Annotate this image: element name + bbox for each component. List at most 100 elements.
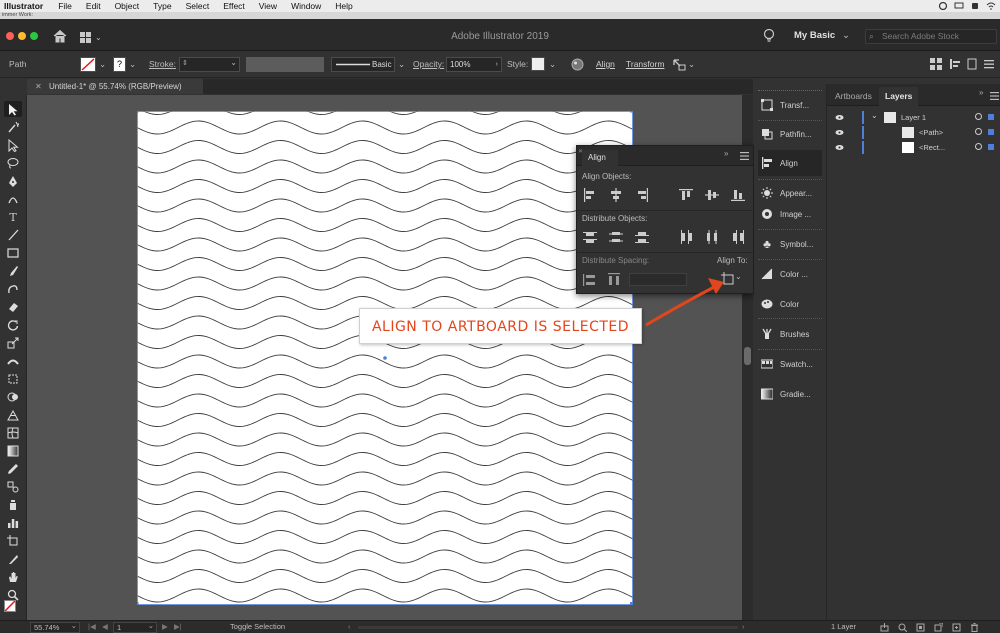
horizontal-align-center-icon[interactable] bbox=[609, 188, 623, 202]
wave-line[interactable] bbox=[137, 510, 633, 525]
wave-line[interactable] bbox=[137, 276, 633, 291]
type-tool[interactable]: T bbox=[4, 209, 22, 225]
airplay-icon[interactable] bbox=[954, 2, 964, 10]
artboard-number-input[interactable]: 1 ⌄ bbox=[113, 621, 157, 633]
horizontal-align-right-icon[interactable] bbox=[635, 188, 649, 202]
trash-icon[interactable] bbox=[970, 623, 979, 632]
stroke-weight-input[interactable]: ⇕ ⌄ bbox=[179, 57, 240, 72]
shaper-tool[interactable] bbox=[4, 281, 22, 297]
menu-object[interactable]: Object bbox=[108, 1, 147, 11]
collapse-panel-icon[interactable]: » bbox=[724, 149, 728, 158]
wave-line[interactable] bbox=[137, 218, 633, 232]
properties-icon[interactable] bbox=[967, 58, 977, 70]
selection-tool[interactable] bbox=[4, 101, 22, 117]
chevron-down-icon[interactable]: ⌄ bbox=[230, 58, 237, 67]
sublayer-name[interactable]: <Path> bbox=[919, 128, 943, 137]
vertical-distribute-space-icon[interactable] bbox=[583, 273, 597, 287]
align-panel-icon[interactable] bbox=[949, 58, 961, 70]
vertical-distribute-bottom-icon[interactable] bbox=[635, 230, 649, 244]
previous-artboard-icon[interactable]: ◀ bbox=[102, 621, 108, 633]
eraser-tool[interactable] bbox=[4, 299, 22, 315]
vertical-distribute-top-icon[interactable] bbox=[583, 230, 597, 244]
chevron-right-icon[interactable]: › bbox=[496, 58, 498, 71]
target-circle-icon[interactable] bbox=[975, 113, 982, 120]
dock-pathfinder[interactable]: Pathfin... bbox=[758, 121, 822, 147]
curvature-tool[interactable] bbox=[4, 191, 22, 207]
menu-select[interactable]: Select bbox=[179, 1, 217, 11]
stock-search-input[interactable]: ⌕ Search Adobe Stock bbox=[865, 29, 997, 44]
bounding-box-handle[interactable] bbox=[630, 111, 633, 113]
artboard[interactable] bbox=[137, 111, 633, 605]
tab-layers[interactable]: Layers bbox=[879, 87, 919, 106]
vertical-distribute-center-icon[interactable] bbox=[609, 230, 623, 244]
wave-line[interactable] bbox=[137, 198, 633, 213]
last-artboard-icon[interactable]: ▶| bbox=[174, 621, 182, 633]
horizontal-distribute-left-icon[interactable] bbox=[679, 230, 693, 244]
chevron-down-icon[interactable]: ⌄ bbox=[871, 111, 878, 120]
column-graph-tool[interactable] bbox=[4, 515, 22, 531]
brush-definition[interactable]: Basic bbox=[331, 57, 395, 72]
width-tool[interactable] bbox=[4, 353, 22, 369]
direct-selection-tool[interactable] bbox=[4, 137, 22, 153]
dock-brushes[interactable]: Brushes bbox=[758, 321, 822, 347]
wave-line[interactable] bbox=[137, 159, 633, 174]
vertical-align-bottom-icon[interactable] bbox=[731, 188, 745, 202]
chevron-down-icon[interactable]: ⌄ bbox=[99, 51, 106, 78]
magic-wand-tool[interactable] bbox=[4, 119, 22, 135]
wave-line[interactable] bbox=[137, 120, 633, 135]
horizontal-distribute-right-icon[interactable] bbox=[731, 230, 745, 244]
recolor-artwork-icon[interactable] bbox=[571, 58, 584, 71]
menu-app-name[interactable]: Illustrator bbox=[0, 1, 51, 11]
close-icon[interactable]: ✕ bbox=[35, 82, 42, 91]
bounding-box-handle[interactable] bbox=[630, 602, 633, 605]
selection-indicator[interactable] bbox=[988, 114, 994, 120]
new-sublayer-icon[interactable] bbox=[934, 623, 943, 632]
wave-line[interactable] bbox=[137, 569, 633, 583]
target-circle-icon[interactable] bbox=[975, 143, 982, 150]
chevron-down-icon[interactable]: ⌄ bbox=[129, 51, 136, 78]
workspace-switcher[interactable]: My Basic ⌄ bbox=[786, 28, 852, 44]
menu-file[interactable]: File bbox=[51, 1, 79, 11]
wave-line[interactable] bbox=[137, 374, 633, 388]
align-link[interactable]: Align bbox=[596, 51, 615, 78]
isolate-object-icon[interactable] bbox=[672, 58, 686, 71]
dock-swatches[interactable]: Swatch... bbox=[758, 351, 822, 377]
first-artboard-icon[interactable]: |◀ bbox=[88, 621, 96, 633]
wave-line[interactable] bbox=[137, 452, 633, 466]
hand-tool[interactable] bbox=[4, 569, 22, 585]
next-artboard-icon[interactable]: ▶ bbox=[162, 621, 168, 633]
stepper-icon[interactable]: ⇕ bbox=[182, 59, 188, 67]
chevron-down-icon[interactable]: ⌄ bbox=[398, 51, 405, 78]
menu-view[interactable]: View bbox=[252, 1, 284, 11]
horizontal-distribute-center-icon[interactable] bbox=[705, 230, 719, 244]
bounding-box-handle[interactable] bbox=[137, 602, 139, 605]
transform-link[interactable]: Transform bbox=[626, 51, 664, 78]
menu-edit[interactable]: Edit bbox=[79, 1, 108, 11]
arrange-grid-icon[interactable] bbox=[930, 58, 942, 70]
lightbulb-icon[interactable] bbox=[763, 28, 775, 44]
wave-line[interactable] bbox=[137, 530, 633, 544]
free-transform-tool[interactable] bbox=[4, 371, 22, 387]
horizontal-scroll-left-icon[interactable]: ‹ bbox=[348, 621, 351, 633]
dock-color[interactable]: Color bbox=[758, 291, 822, 317]
align-panel-tab[interactable]: Align bbox=[582, 150, 618, 166]
wave-line[interactable] bbox=[137, 140, 633, 154]
vertical-align-center-icon[interactable] bbox=[705, 188, 719, 202]
line-segment-tool[interactable] bbox=[4, 227, 22, 243]
dock-align[interactable]: Align bbox=[758, 150, 822, 176]
pen-tool[interactable] bbox=[4, 173, 22, 189]
horizontal-scroll-right-icon[interactable]: › bbox=[742, 621, 745, 633]
graphic-style-swatch[interactable] bbox=[531, 57, 545, 71]
sublayer-name[interactable]: <Rect... bbox=[919, 143, 945, 152]
shape-builder-tool[interactable] bbox=[4, 389, 22, 405]
wave-line[interactable] bbox=[137, 491, 633, 505]
horizontal-scrollbar[interactable] bbox=[358, 626, 738, 629]
dock-image-trace[interactable]: Image ... bbox=[758, 201, 822, 227]
layer-row-rectangle[interactable]: <Rect... bbox=[827, 140, 1000, 155]
scrollbar-thumb[interactable] bbox=[744, 347, 751, 365]
opacity-label[interactable]: Opacity: bbox=[413, 51, 444, 78]
eyedropper-tool[interactable] bbox=[4, 461, 22, 477]
panel-menu-icon[interactable] bbox=[990, 92, 999, 100]
layer-row-layer-1[interactable]: ⌄ Layer 1 bbox=[827, 110, 1000, 125]
menu-help[interactable]: Help bbox=[328, 1, 359, 11]
